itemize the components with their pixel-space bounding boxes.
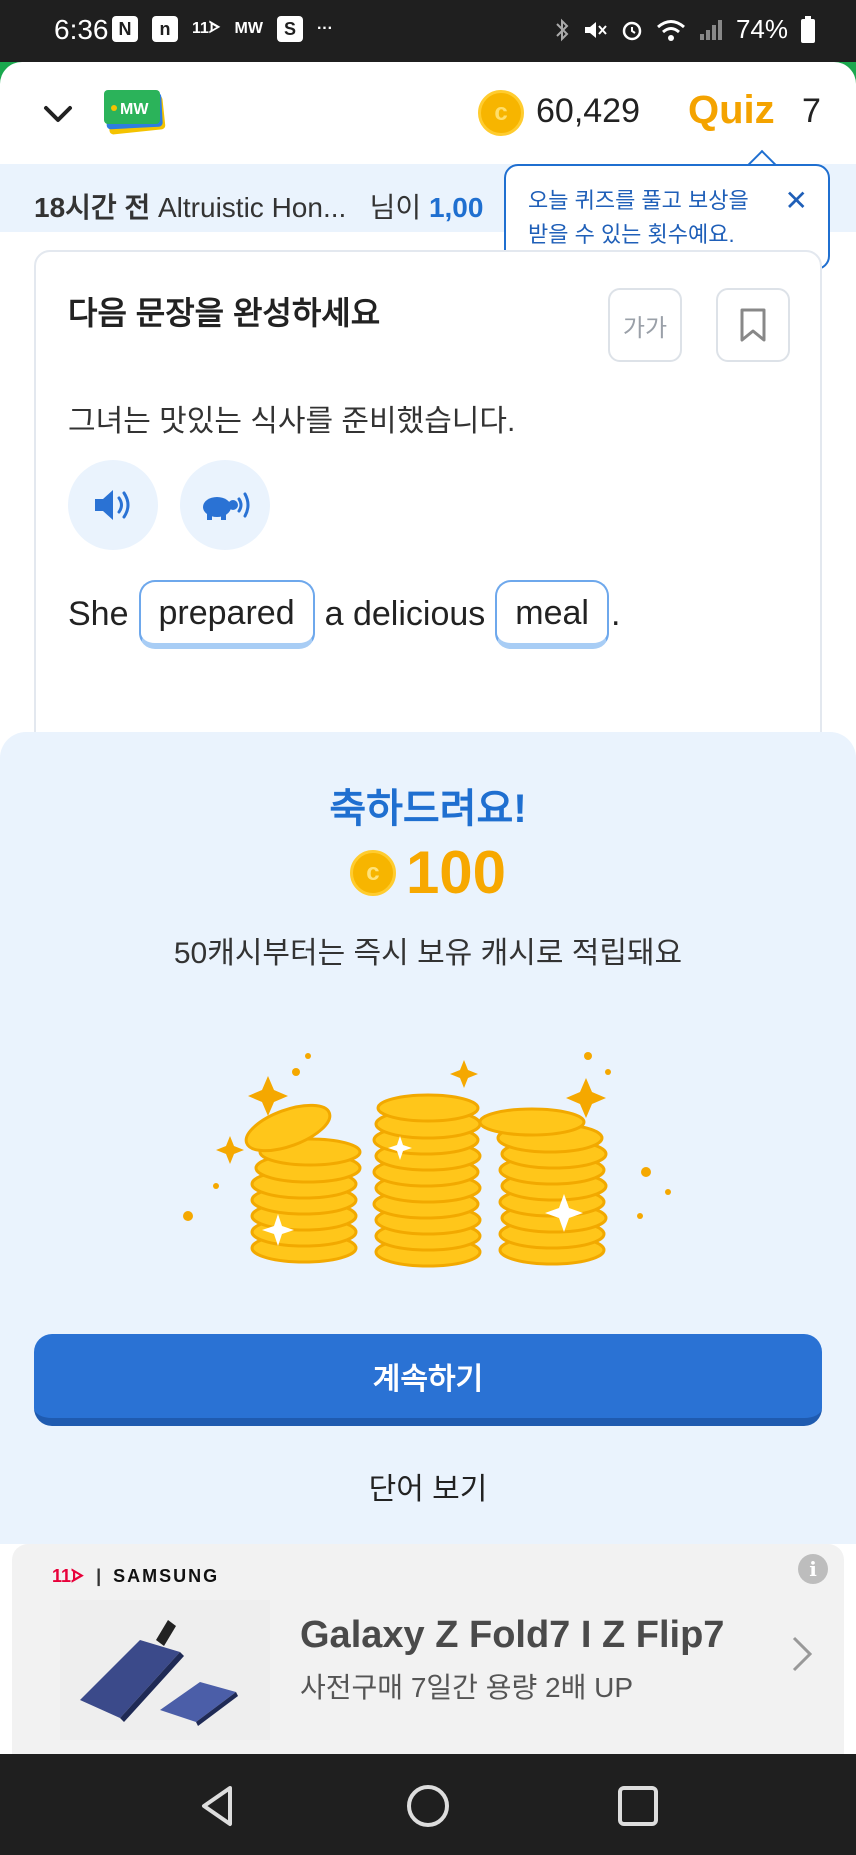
play-audio-button[interactable] (68, 460, 158, 550)
recents-icon[interactable] (610, 1778, 666, 1834)
coin-icon: c (349, 849, 396, 896)
mute-icon (584, 21, 607, 38)
tooltip-text-line1: 오늘 퀴즈를 풀고 보상을 (528, 188, 749, 213)
sentence-word: She (68, 595, 129, 633)
congrats-title: 축하드려요! (329, 787, 527, 831)
view-words-link[interactable]: 단어 보기 (0, 1464, 856, 1508)
ad-info-icon[interactable]: i (798, 1554, 828, 1584)
signal-icon (699, 19, 722, 40)
ad-brand-separator: | (96, 1566, 102, 1586)
reward-amount-row: c 100 (0, 838, 856, 907)
coin-stack-middle (372, 1093, 482, 1268)
korean-sentence: 그녀는 맛있는 식사를 준비했습니다. (68, 405, 516, 438)
more-notifications-icon: ··· (316, 20, 333, 37)
quiz-count[interactable]: 7 (802, 92, 821, 131)
close-icon[interactable]: ✕ (785, 184, 808, 218)
play-slow-audio-button[interactable] (180, 460, 270, 550)
question-title: 다음 문장을 완성하세요 (68, 295, 381, 331)
home-icon[interactable] (400, 1778, 456, 1834)
answer-sentence: She prepared a delicious meal . (68, 580, 620, 649)
chevron-right-icon (792, 1636, 813, 1672)
status-time: 6:36 (54, 14, 109, 45)
wifi-icon (656, 19, 685, 41)
system-nav-bar (0, 1754, 856, 1855)
sentence-period: . (610, 595, 621, 633)
coin-balance[interactable]: 60,429 (536, 92, 640, 131)
battery-icon (801, 15, 815, 43)
mw-logo: MW (104, 90, 166, 135)
system-icons: 74% (554, 14, 816, 45)
svg-text:MW: MW (120, 101, 149, 118)
quiz-card: 다음 문장을 완성하세요 가가 그녀는 맛있는 식사를 준비했습니다. She … (34, 250, 822, 770)
coin-stack-right (478, 1107, 608, 1266)
ad-brand: 11ᗌ | SAMSUNG (52, 1566, 219, 1587)
coin-stack-left (244, 1103, 362, 1264)
quiz-logo[interactable]: Quiz (688, 88, 775, 133)
ticker-amount: 1,00 (428, 192, 484, 223)
reward-note: 50캐시부터는 즉시 보유 캐시로 적립돼요 (173, 937, 683, 970)
ticker-user: Altruistic Hon... (158, 192, 347, 223)
notification-icons: N n 11ᗌ MW S ··· (112, 16, 333, 42)
reward-amount: 100 (405, 839, 507, 906)
ad-banner[interactable]: 11ᗌ | SAMSUNG i Galaxy Z Fold7 I Z Flip7… (12, 1544, 844, 1754)
naver-icon: N (112, 16, 138, 42)
sentence-word: a delicious (324, 595, 486, 633)
ticker-suffix: 님이 (369, 192, 422, 223)
mw-icon: MW (234, 20, 263, 37)
s-app-icon: S (276, 16, 303, 42)
bookmark-button[interactable] (716, 288, 790, 362)
naver-app-icon: n (152, 16, 178, 42)
11st-icon: 11ᗌ (192, 20, 221, 37)
ad-title: Galaxy Z Fold7 I Z Flip7 (300, 1614, 725, 1656)
continue-button[interactable]: 계속하기 (34, 1334, 822, 1426)
coin-stacks-illustration (183, 1052, 671, 1268)
chevron-down-icon[interactable] (40, 96, 76, 132)
ad-brand-samsung: SAMSUNG (113, 1566, 220, 1586)
bluetooth-icon (556, 18, 569, 41)
turtle-speaker-icon (203, 492, 250, 520)
ticker-time: 18시간 전 (34, 192, 151, 223)
answer-slot-2[interactable]: meal (495, 580, 609, 649)
answer-slot-1[interactable]: prepared (138, 580, 315, 649)
battery-percent: 74% (735, 14, 788, 44)
back-icon[interactable] (190, 1778, 246, 1834)
status-bar: 6:36 N n 11ᗌ MW S ··· 74% (0, 0, 856, 62)
app-header: MW c 60,429 Quiz 7 (0, 62, 856, 164)
coin-icon: c (478, 90, 524, 136)
ad-subtitle: 사전구매 7일간 용량 2배 UP (300, 1672, 633, 1703)
bookmark-icon (740, 308, 766, 342)
alarm-icon (622, 21, 642, 40)
font-size-button[interactable]: 가가 (608, 288, 682, 362)
speaker-icon (95, 490, 130, 520)
phone-product-image (60, 1600, 270, 1740)
tooltip-text-line2: 받을 수 있는 횟수예요. (528, 222, 735, 247)
ad-brand-11st: 11ᗌ (52, 1566, 85, 1586)
reward-sheet: 축하드려요! c 100 50캐시부터는 즉시 보유 캐시로 적립돼요 계속하기… (0, 732, 856, 1544)
